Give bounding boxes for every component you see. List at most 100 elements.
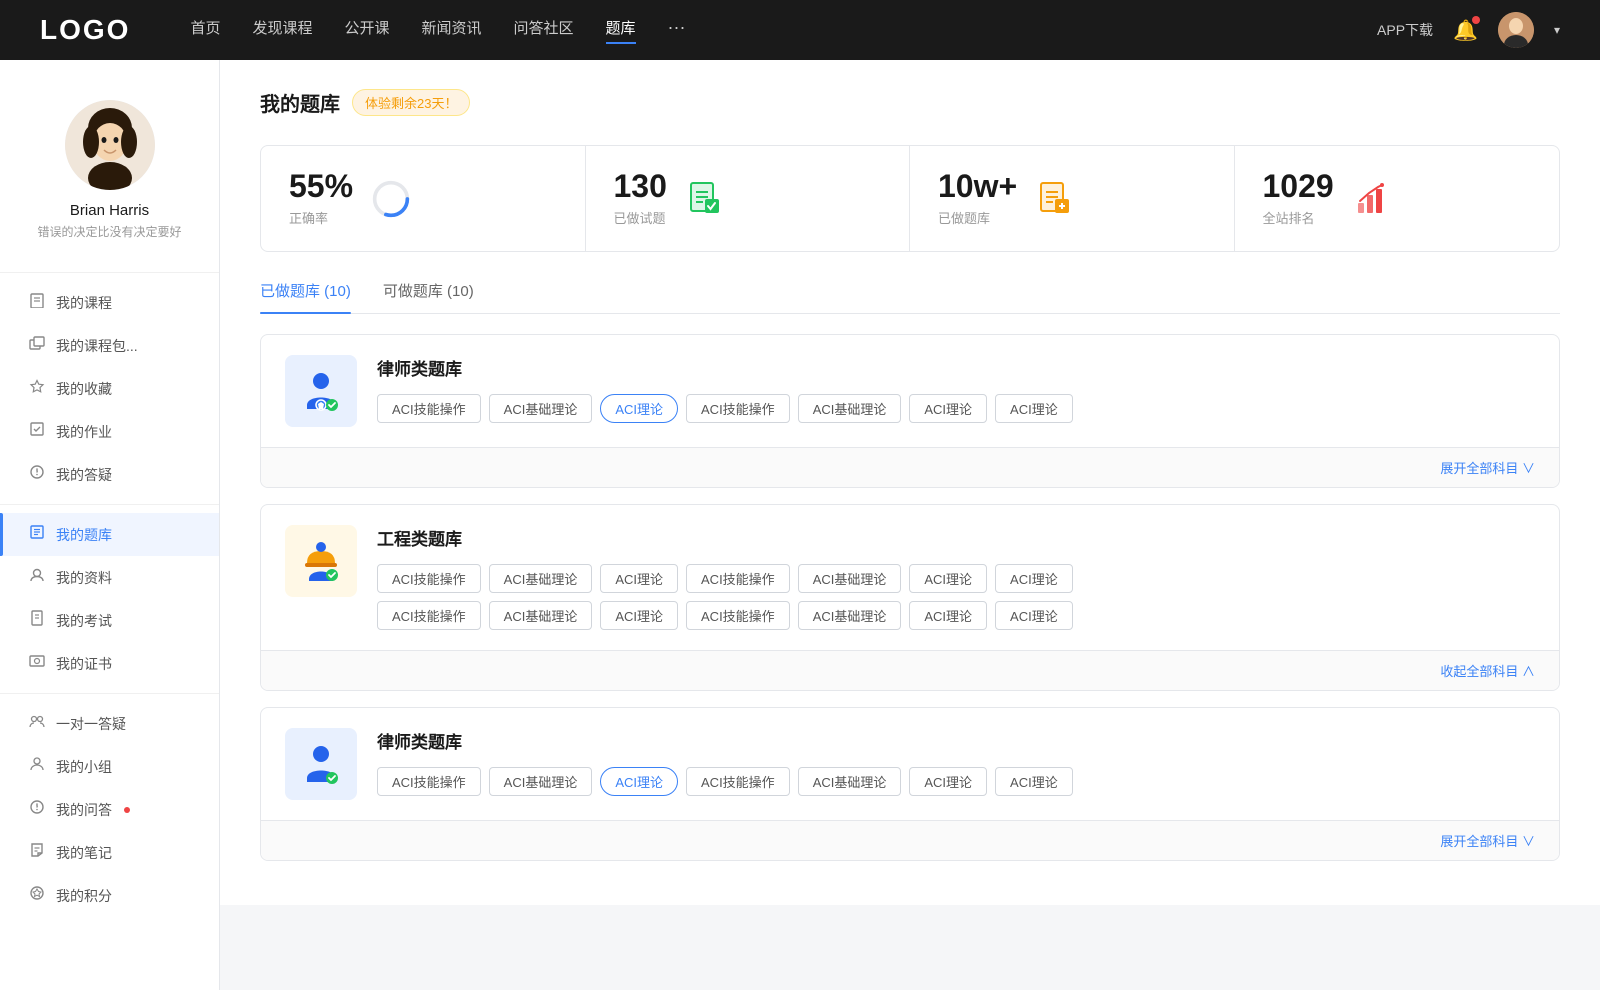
done-banks-icon-wrap [1033,177,1077,221]
sidebar-item-label: 我的笔记 [56,843,112,863]
tag-eng-r2-aci-basic[interactable]: ACI基础理论 [489,601,593,630]
oneonone-icon [28,713,46,734]
avatar-image [1498,12,1534,48]
qbank-footer-2: 收起全部科目 ∧ [261,650,1559,690]
sidebar-item-points[interactable]: 我的积分 [0,874,219,917]
lawyer-icon [297,367,345,415]
accuracy-icon-wrap [369,177,413,221]
tag-eng-r2-aci-theory[interactable]: ACI理论 [600,601,678,630]
tag-eng-aci-theory-3[interactable]: ACI理论 [995,564,1073,593]
qbank-right: 律师类题库 ACI技能操作 ACI基础理论 ACI理论 ACI技能操作 ACI基… [377,355,1535,427]
sidebar-item-homework[interactable]: 我的作业 [0,410,219,453]
page-title: 我的题库 [260,88,340,117]
tag-eng-aci-basic-2[interactable]: ACI基础理论 [798,564,902,593]
sidebar-item-my-course[interactable]: 我的课程 [0,281,219,324]
tag-aci-theory-2[interactable]: ACI理论 [909,394,987,423]
sidebar-item-label: 我的积分 [56,886,112,906]
nav-home[interactable]: 首页 [190,17,220,44]
tag-aci-theory-3[interactable]: ACI理论 [995,394,1073,423]
qbank-tags-3: ACI技能操作 ACI基础理论 ACI理论 ACI技能操作 ACI基础理论 AC… [377,767,1535,796]
sidebar-item-course-pkg[interactable]: 我的课程包... [0,324,219,367]
tag-eng-aci-basic[interactable]: ACI基础理论 [489,564,593,593]
doc-green-icon [685,179,725,219]
nav-qa[interactable]: 问答社区 [514,17,574,44]
avatar-svg [65,100,155,190]
tag-l2-aci-theory-2[interactable]: ACI理论 [909,767,987,796]
expand-btn-3[interactable]: 展开全部科目 ∨ [1440,834,1535,849]
sidebar-divider-2 [0,504,219,505]
notification-dot [1472,16,1480,24]
tag-eng-r2-aci-basic-2[interactable]: ACI基础理论 [798,601,902,630]
course-pkg-icon [28,335,46,356]
qbank-footer-1: 展开全部科目 ∨ [261,447,1559,487]
stat-value-done-banks: 10w+ [938,170,1017,202]
tag-aci-basic-theory[interactable]: ACI基础理论 [489,394,593,423]
nav-open-course[interactable]: 公开课 [344,17,389,44]
tag-l2-aci-basic-2[interactable]: ACI基础理论 [798,767,902,796]
qbank-card-inner-2: 工程类题库 ACI技能操作 ACI基础理论 ACI理论 ACI技能操作 ACI基… [261,505,1559,650]
sidebar-item-label: 我的答疑 [56,465,112,485]
sidebar-item-label: 一对一答疑 [56,714,126,734]
trial-badge: 体验剩余23天！ [352,89,470,116]
tag-eng-aci-theory-2[interactable]: ACI理论 [909,564,987,593]
sidebar: Brian Harris 错误的决定比没有决定要好 我的课程 我的课程包... … [0,60,220,990]
tag-aci-skill-op[interactable]: ACI技能操作 [377,394,481,423]
sidebar-item-questions[interactable]: 我的答疑 [0,453,219,496]
sidebar-item-certificate[interactable]: 我的证书 [0,642,219,685]
stat-card-done-banks: 10w+ 已做题库 [910,146,1235,251]
qbank-right-3: 律师类题库 ACI技能操作 ACI基础理论 ACI理论 ACI技能操作 ACI基… [377,728,1535,800]
qbank-tags: ACI技能操作 ACI基础理论 ACI理论 ACI技能操作 ACI基础理论 AC… [377,394,1535,423]
tag-l2-aci-skill-2[interactable]: ACI技能操作 [686,767,790,796]
qbank-title-lawyer-1: 律师类题库 [377,355,1535,380]
tag-eng-aci-theory[interactable]: ACI理论 [600,564,678,593]
navbar: LOGO 首页 发现课程 公开课 新闻资讯 问答社区 题库 ··· APP下载 … [0,0,1600,60]
sidebar-item-profile[interactable]: 我的资料 [0,556,219,599]
stat-text: 55% 正确率 [289,170,353,227]
nav-discover[interactable]: 发现课程 [252,17,312,44]
notification-bell[interactable]: 🔔 [1453,18,1478,43]
homework-icon [28,421,46,442]
nav-qbank[interactable]: 题库 [606,17,636,44]
qbank-footer-3: 展开全部科目 ∨ [261,820,1559,860]
logo: LOGO [40,14,130,46]
tag-l2-aci-skill[interactable]: ACI技能操作 [377,767,481,796]
avatar-dropdown-icon[interactable]: ▾ [1554,23,1560,37]
tag-aci-basic-theory-2[interactable]: ACI基础理论 [798,394,902,423]
tag-l2-aci-basic[interactable]: ACI基础理论 [489,767,593,796]
nav-more[interactable]: ··· [668,17,686,44]
tag-eng-r2-aci-skill-2[interactable]: ACI技能操作 [686,601,790,630]
tab-available-banks[interactable]: 可做题库 (10) [383,280,474,313]
collapse-btn-2[interactable]: 收起全部科目 ∧ [1440,664,1535,679]
doc-orange-icon [1035,179,1075,219]
tag-eng-r2-aci-theory-3[interactable]: ACI理论 [995,601,1073,630]
sidebar-item-label: 我的小组 [56,757,112,777]
app-download-button[interactable]: APP下载 [1377,20,1433,40]
stat-label-done-banks: 已做题库 [938,208,1017,227]
stats-row: 55% 正确率 130 已做试题 [260,145,1560,252]
tag-eng-r2-aci-theory-2[interactable]: ACI理论 [909,601,987,630]
sidebar-item-group[interactable]: 我的小组 [0,745,219,788]
course-icon [28,292,46,313]
myqa-icon [28,799,46,820]
sidebar-item-notes[interactable]: 我的笔记 [0,831,219,874]
stat-text: 10w+ 已做题库 [938,170,1017,227]
tag-aci-theory-active[interactable]: ACI理论 [600,394,678,423]
user-avatar[interactable] [1498,12,1534,48]
sidebar-item-my-qa[interactable]: 我的问答 [0,788,219,831]
tag-eng-aci-skill-2[interactable]: ACI技能操作 [686,564,790,593]
tag-eng-r2-aci-skill[interactable]: ACI技能操作 [377,601,481,630]
sidebar-item-qbank[interactable]: 我的题库 [0,513,219,556]
tag-aci-skill-op-2[interactable]: ACI技能操作 [686,394,790,423]
sidebar-item-1on1[interactable]: 一对一答疑 [0,702,219,745]
chart-red-icon [1352,179,1392,219]
tag-l2-aci-theory-3[interactable]: ACI理论 [995,767,1073,796]
qbank-card-inner-3: 律师类题库 ACI技能操作 ACI基础理论 ACI理论 ACI技能操作 ACI基… [261,708,1559,820]
tag-l2-aci-theory-active[interactable]: ACI理论 [600,767,678,796]
nav-news[interactable]: 新闻资讯 [422,17,482,44]
sidebar-item-exam[interactable]: 我的考试 [0,599,219,642]
expand-btn-1[interactable]: 展开全部科目 ∨ [1440,461,1535,476]
sidebar-item-favorites[interactable]: 我的收藏 [0,367,219,410]
tab-done-banks[interactable]: 已做题库 (10) [260,280,351,313]
tag-eng-aci-skill[interactable]: ACI技能操作 [377,564,481,593]
qbank-right-2: 工程类题库 ACI技能操作 ACI基础理论 ACI理论 ACI技能操作 ACI基… [377,525,1535,630]
